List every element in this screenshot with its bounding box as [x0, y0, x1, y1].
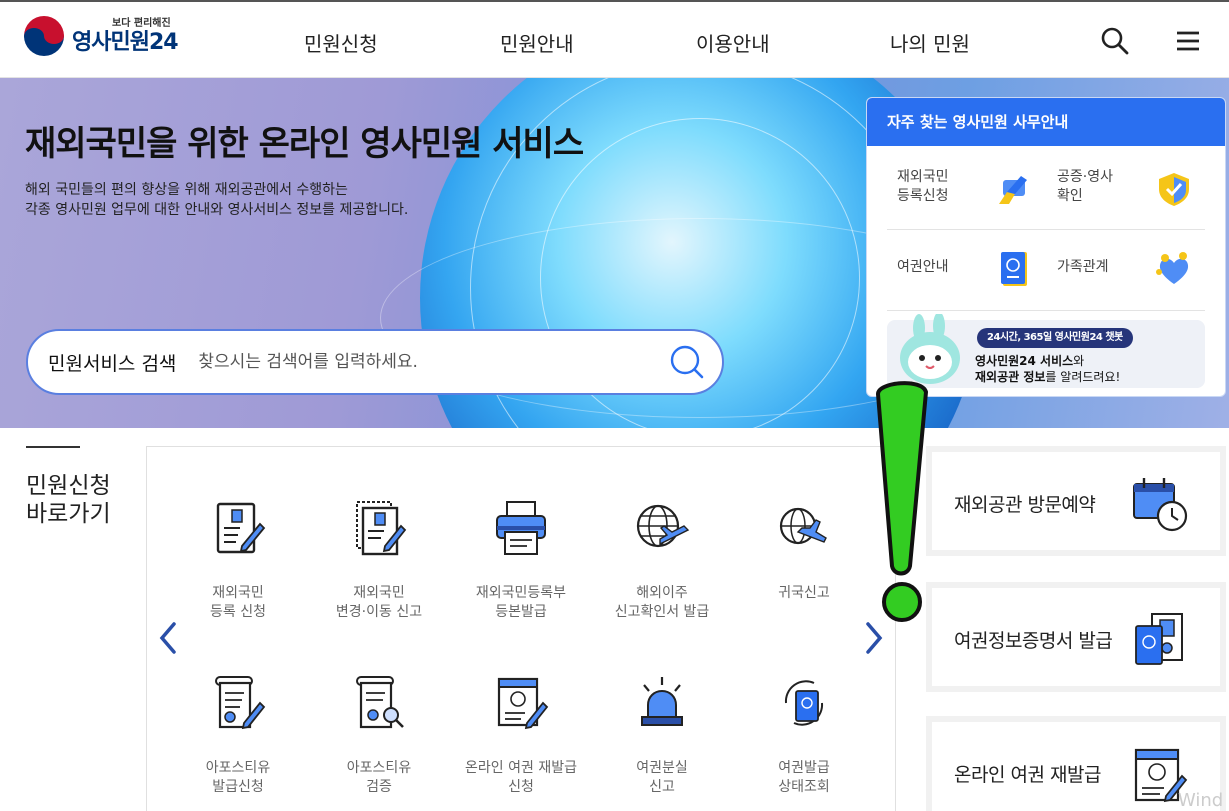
- card-label: 온라인 여권 재발급: [954, 764, 1101, 786]
- exclamation-mark-icon: [875, 381, 929, 622]
- nav-usage[interactable]: 이용안내: [696, 28, 770, 57]
- card-label: 여권정보증명서 발급: [954, 630, 1113, 652]
- panel-item-passport[interactable]: 여권안내: [887, 230, 1047, 308]
- panel-item-registration[interactable]: 재외국민 등록신청: [887, 150, 1047, 228]
- service-label: 여권분실 신고: [636, 760, 688, 795]
- service-change-report[interactable]: 재외국민 변경·이동 신고: [309, 498, 449, 622]
- search-icon[interactable]: [1100, 26, 1130, 56]
- passport-status-icon: [784, 680, 824, 726]
- change-form-icon: [356, 501, 407, 556]
- service-label: 재외국민 변경·이동 신고: [335, 585, 423, 620]
- carousel-next-icon[interactable]: [862, 620, 886, 656]
- logo-title: 영사민원24: [72, 29, 179, 55]
- service-passport-status[interactable]: 여권발급 상태조회: [734, 673, 874, 797]
- service-return-report[interactable]: 귀국신고: [734, 498, 874, 603]
- site-logo[interactable]: 보다 편리해진 영사민원24: [24, 16, 179, 56]
- carousel-prev-icon[interactable]: [156, 620, 180, 656]
- section-title: 민원신청 바로가기: [26, 473, 111, 527]
- service-emigration-certificate[interactable]: 해외이주 신고확인서 발급: [592, 498, 732, 622]
- hero-desc-line1: 해외 국민들의 편의 향상을 위해 재외공관에서 수행하는: [25, 182, 348, 198]
- card-visit-reservation[interactable]: 재외공관 방문예약: [926, 446, 1226, 556]
- search-label: 민원서비스 검색: [48, 352, 177, 375]
- panel-title: 자주 찾는 영사민원 사무안내: [867, 98, 1225, 146]
- panel-item-notarization[interactable]: 공증·영사 확인: [1047, 150, 1207, 228]
- passport-certificate-icon: [1135, 613, 1183, 665]
- apostille-scroll-icon: [215, 676, 266, 730]
- card-passport-certificate[interactable]: 여권정보증명서 발급: [926, 582, 1226, 692]
- rabbit-mascot-icon: [900, 314, 960, 384]
- chatbot-banner[interactable]: 24시간, 365일 영사민원24 챗봇 영사민원24 서비스와 재외공관 정보…: [887, 314, 1205, 388]
- family-heart-icon: [1156, 252, 1189, 284]
- passport-icon: [1001, 252, 1027, 286]
- service-label: 재외국민 등록 신청: [210, 585, 266, 620]
- section-divider: [26, 446, 80, 448]
- service-register-copy[interactable]: 재외국민등록부 등본발급: [451, 498, 591, 622]
- panel-item-label: 공증·영사 확인: [1057, 169, 1113, 204]
- panel-item-family[interactable]: 가족관계: [1047, 230, 1207, 308]
- alarm-siren-icon: [641, 677, 683, 726]
- apostille-verify-icon: [356, 676, 404, 729]
- online-passport-icon: [497, 677, 549, 730]
- printer-icon: [496, 501, 546, 555]
- service-label: 여권발급 상태조회: [778, 760, 830, 795]
- service-registration[interactable]: 재외국민 등록 신청: [168, 498, 308, 622]
- logo-tagline: 보다 편리해진: [112, 17, 171, 29]
- os-watermark: Wind: [1178, 790, 1224, 811]
- registration-form-icon: [216, 502, 266, 554]
- card-label: 재외공관 방문예약: [954, 494, 1096, 516]
- hamburger-menu-icon[interactable]: [1174, 26, 1204, 56]
- site-header: 보다 편리해진 영사민원24 민원신청 민원안내 이용안내 나의 민원: [0, 0, 1229, 78]
- taegeuk-logo-icon: [24, 16, 64, 56]
- service-apostille-apply[interactable]: 아포스티유 발급신청: [168, 673, 308, 797]
- search-submit-icon[interactable]: [668, 343, 706, 381]
- service-label: 귀국신고: [778, 585, 830, 601]
- search-input[interactable]: [198, 352, 649, 372]
- nav-guide[interactable]: 민원안내: [500, 28, 574, 57]
- nav-my-requests[interactable]: 나의 민원: [890, 28, 970, 57]
- panel-item-label: 여권안내: [897, 259, 949, 275]
- service-search-bar: 민원서비스 검색: [26, 329, 724, 395]
- service-passport-loss[interactable]: 여권분실 신고: [592, 673, 732, 797]
- hero-desc-line2: 각종 영사민원 업무에 대한 안내와 영사서비스 정보를 제공합니다.: [25, 202, 409, 218]
- chatbot-badge: 24시간, 365일 영사민원24 챗봇: [977, 328, 1133, 348]
- service-label: 아포스티유 발급신청: [205, 760, 271, 795]
- panel-item-label: 재외국민 등록신청: [897, 169, 949, 204]
- hero-description: 해외 국민들의 편의 향상을 위해 재외공관에서 수행하는 각종 영사민원 업무…: [25, 180, 408, 220]
- service-apostille-verify[interactable]: 아포스티유 검증: [309, 673, 449, 797]
- banner-line1: 영사민원24 서비스와: [975, 354, 1085, 368]
- shield-check-icon: [1159, 173, 1189, 206]
- service-label: 아포스티유 검증: [346, 760, 412, 795]
- return-plane-icon: [779, 507, 827, 545]
- service-label: 재외국민등록부 등본발급: [475, 585, 567, 620]
- hero-title: 재외국민을 위한 온라인 영사민원 서비스: [25, 124, 584, 164]
- registration-pen-icon: [999, 176, 1027, 204]
- globe-plane-icon: [636, 504, 690, 548]
- frequent-services-panel: 자주 찾는 영사민원 사무안내 재외국민 등록신청 공증·영사 확인 여권안내: [866, 97, 1226, 397]
- service-online-passport[interactable]: 온라인 여권 재발급 신청: [451, 673, 591, 797]
- banner-line2: 재외공관 정보를 알려드려요!: [975, 370, 1121, 384]
- panel-item-label: 가족관계: [1057, 259, 1109, 275]
- calendar-clock-icon: [1133, 478, 1188, 532]
- nav-apply[interactable]: 민원신청: [304, 28, 378, 57]
- service-label: 해외이주 신고확인서 발급: [614, 585, 710, 620]
- service-label: 온라인 여권 재발급 신청: [465, 760, 577, 795]
